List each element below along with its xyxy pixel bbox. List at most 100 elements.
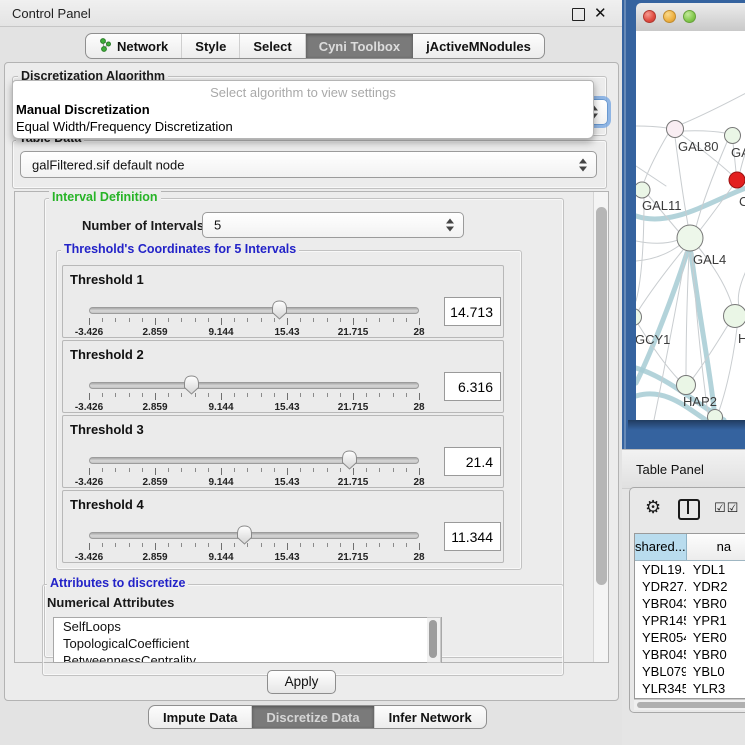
slider-track[interactable]: [89, 382, 419, 389]
slider-tick: [366, 393, 367, 397]
cell-shared-name[interactable]: YLR345W: [635, 680, 686, 697]
network-edge[interactable]: [683, 131, 725, 133]
slider-thumb[interactable]: [236, 525, 253, 545]
float-window-icon[interactable]: [572, 8, 585, 21]
threshold-slider[interactable]: -3.4262.8599.14415.4321.71528: [63, 444, 505, 489]
network-edge[interactable]: [686, 253, 689, 376]
slider-tick-label: -3.426: [75, 477, 103, 488]
network-node-red-node[interactable]: [729, 172, 745, 188]
network-node-HAP2[interactable]: [677, 376, 696, 395]
minimize-traffic-light-icon[interactable]: [663, 10, 676, 23]
cell-name[interactable]: YBR0: [686, 595, 745, 612]
network-node-GAL80[interactable]: [667, 121, 684, 138]
network-edge[interactable]: [644, 134, 668, 182]
network-node-H-node[interactable]: [724, 305, 745, 328]
network-edge[interactable]: [738, 271, 745, 306]
network-node-GAL-top-right[interactable]: [725, 128, 741, 144]
slider-thumb[interactable]: [183, 375, 200, 395]
scrollbar-thumb[interactable]: [637, 702, 745, 708]
table-row[interactable]: YPR145WYPR1: [635, 612, 745, 629]
table-row[interactable]: YBL079WYBL0: [635, 663, 745, 680]
number-of-intervals-combobox[interactable]: 5: [202, 212, 464, 238]
close-traffic-light-icon[interactable]: [643, 10, 656, 23]
cell-name[interactable]: YER0: [686, 629, 745, 646]
threshold-value-field[interactable]: 21.4: [444, 447, 501, 476]
network-node-GCY1[interactable]: [636, 309, 642, 326]
slider-tick-label: 21.715: [338, 402, 369, 413]
popup-item-manual-discretization[interactable]: Manual Discretization: [16, 102, 150, 117]
slider-track[interactable]: [89, 532, 419, 539]
attribute-list-item[interactable]: TopologicalCoefficient: [54, 635, 441, 652]
tab-style[interactable]: Style: [182, 34, 240, 58]
tab-cyni-toolbox[interactable]: Cyni Toolbox: [306, 34, 413, 58]
network-edge[interactable]: [682, 93, 745, 124]
scrollbar-thumb[interactable]: [596, 207, 607, 585]
column-header-shared-name[interactable]: shared...: [635, 534, 687, 560]
network-node-GAL11[interactable]: [636, 182, 650, 198]
cell-name[interactable]: YLR3: [686, 680, 745, 697]
cell-name[interactable]: YBL0: [686, 663, 745, 680]
tab-jactivemnodules[interactable]: jActiveMNodules: [413, 34, 544, 58]
cell-shared-name[interactable]: YBL079W: [635, 663, 686, 680]
gear-icon[interactable]: ⚙: [645, 496, 661, 518]
slider-track[interactable]: [89, 307, 419, 314]
threshold-slider[interactable]: -3.4262.8599.14415.4321.71528: [63, 519, 505, 564]
vertical-scrollbar[interactable]: [593, 192, 609, 662]
threshold-value-field[interactable]: 6.316: [444, 372, 501, 401]
threshold-value-field[interactable]: 11.344: [444, 522, 501, 551]
network-window-titlebar[interactable]: [636, 3, 745, 32]
attribute-list-item[interactable]: BetweennessCentrality: [54, 652, 441, 663]
split-panel-icon[interactable]: [678, 499, 700, 520]
table-row[interactable]: YBR045CYBR0: [635, 646, 745, 663]
tab-infer-network[interactable]: Infer Network: [375, 706, 486, 728]
cell-shared-name[interactable]: YDL19...: [635, 561, 686, 578]
slider-thumb[interactable]: [271, 300, 288, 320]
tab-impute-data[interactable]: Impute Data: [149, 706, 252, 728]
network-node-bottom-node[interactable]: [708, 410, 723, 421]
column-header-name[interactable]: na: [687, 534, 745, 560]
network-edge[interactable]: [700, 187, 732, 230]
network-edge[interactable]: [636, 253, 687, 383]
threshold-value-field[interactable]: 14.713: [444, 297, 501, 326]
horizontal-scrollbar[interactable]: [634, 699, 745, 710]
table-row[interactable]: YLR345WYLR3: [635, 680, 745, 697]
tab-select[interactable]: Select: [240, 34, 305, 58]
attribute-list-item[interactable]: SelfLoops: [54, 618, 441, 635]
tab-discretize-data[interactable]: Discretize Data: [252, 706, 374, 728]
attributes-list-scrollbar[interactable]: [427, 617, 441, 663]
network-edge[interactable]: [636, 198, 644, 301]
cell-shared-name[interactable]: YPR145W: [635, 612, 686, 629]
close-icon[interactable]: ✕: [594, 4, 607, 22]
popup-item-equal-width-frequency[interactable]: Equal Width/Frequency Discretization: [16, 119, 233, 134]
table-row[interactable]: YER054CYER0: [635, 629, 745, 646]
network-node-GAL4[interactable]: [677, 225, 703, 251]
cell-name[interactable]: YDL1: [686, 561, 745, 578]
threshold-slider[interactable]: -3.4262.8599.14415.4321.71528: [63, 369, 505, 414]
zoom-traffic-light-icon[interactable]: [683, 10, 696, 23]
table-row[interactable]: YDR27...YDR2: [635, 578, 745, 595]
cell-shared-name[interactable]: YBR043C: [635, 595, 686, 612]
network-edge[interactable]: [636, 126, 667, 128]
cell-shared-name[interactable]: YDR27...: [635, 578, 686, 595]
apply-button[interactable]: Apply: [267, 670, 336, 694]
network-edge[interactable]: [719, 328, 737, 411]
slider-tick: [274, 393, 275, 397]
checkbox-columns-icon[interactable]: ☑☑: [714, 500, 739, 516]
table-row[interactable]: YDL19...YDL1: [635, 561, 745, 578]
tab-network[interactable]: Network: [86, 34, 182, 58]
network-view-canvas[interactable]: GAL80GACGAL11GAL4GCY1HHAP2: [636, 31, 745, 420]
cell-shared-name[interactable]: YER054C: [635, 629, 686, 646]
slider-tick: [261, 468, 262, 472]
threshold-slider[interactable]: -3.4262.8599.14415.4321.71528: [63, 294, 505, 339]
network-edge[interactable]: [636, 240, 678, 243]
cell-name[interactable]: YBR0: [686, 646, 745, 663]
numerical-attributes-list[interactable]: SelfLoopsTopologicalCoefficientBetweenne…: [53, 617, 442, 663]
cell-name[interactable]: YDR2: [686, 578, 745, 595]
table-row[interactable]: YBR043CYBR0: [635, 595, 745, 612]
cell-shared-name[interactable]: YBR045C: [635, 646, 686, 663]
scrollbar-thumb[interactable]: [429, 620, 437, 658]
slider-track[interactable]: [89, 457, 419, 464]
slider-thumb[interactable]: [341, 450, 358, 470]
table-data-combobox[interactable]: galFiltered.sif default node: [20, 151, 597, 178]
cell-name[interactable]: YPR1: [686, 612, 745, 629]
